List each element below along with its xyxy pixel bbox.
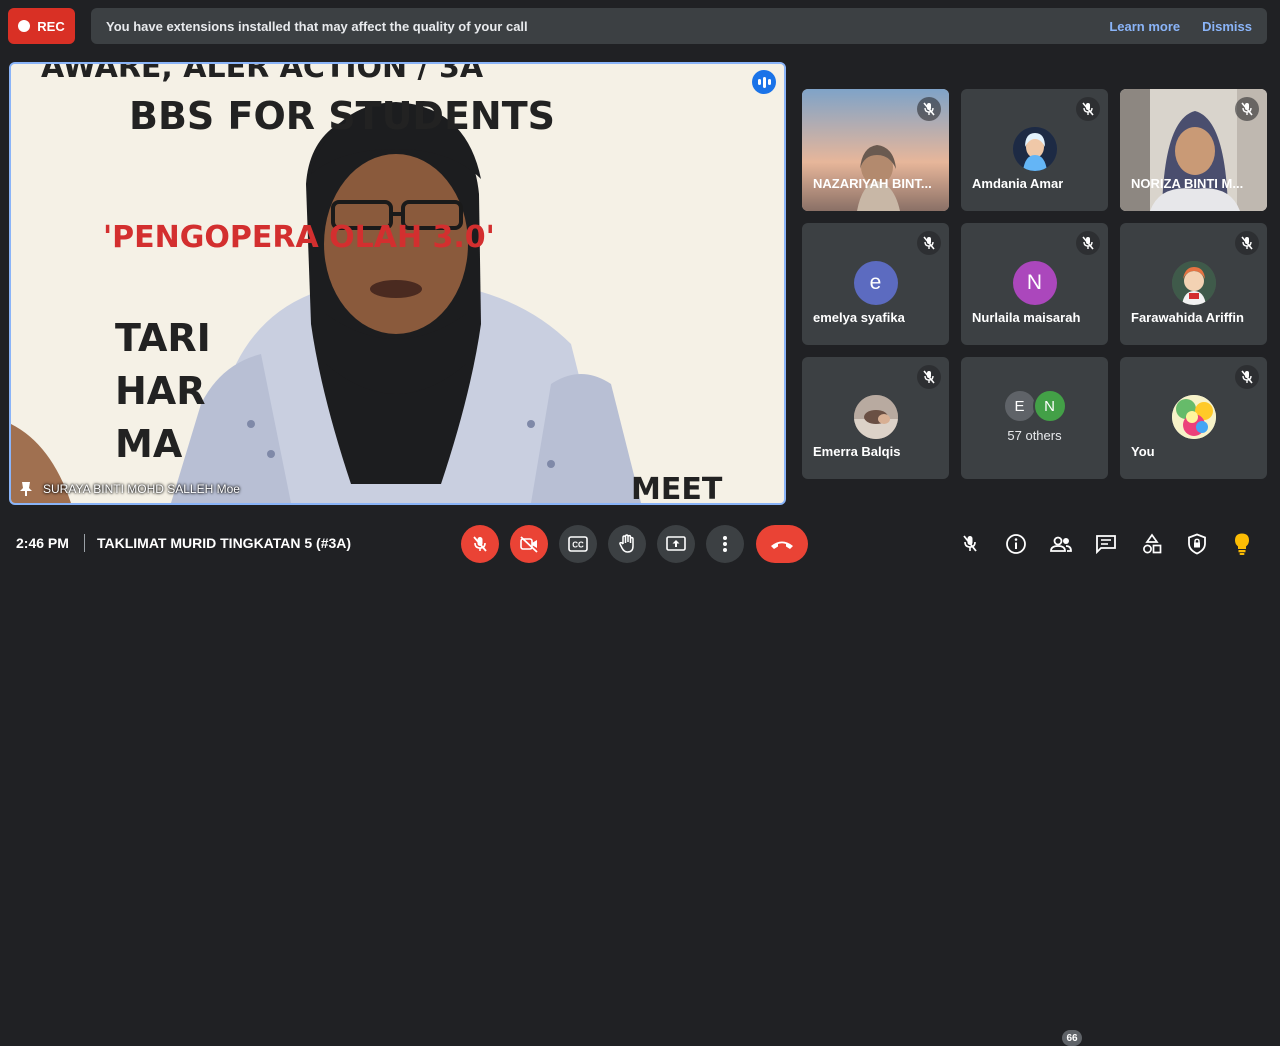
activities-button[interactable] — [1139, 531, 1165, 557]
muted-mic-icon — [917, 97, 941, 121]
banner-message: You have extensions installed that may a… — [106, 18, 528, 34]
dismiss-button[interactable]: Dismiss — [1202, 19, 1252, 34]
host-controls-button[interactable] — [1184, 531, 1210, 557]
avatar-initial: e — [853, 261, 898, 305]
info-icon — [1006, 534, 1026, 554]
avatar-photo-icon — [853, 395, 898, 439]
slide-line-1: AWARE, ALER ACTION / 3A — [41, 62, 484, 85]
mic-off-icon — [473, 536, 487, 552]
captions-icon: CC — [568, 536, 588, 552]
speaking-indicator-icon — [752, 70, 776, 94]
people-count-badge: 66 — [1062, 1030, 1082, 1046]
others-tile[interactable]: E N 57 others — [961, 357, 1108, 479]
others-group: E N 57 others — [961, 389, 1108, 443]
recording-label: REC — [37, 18, 65, 34]
leave-call-button[interactable] — [756, 525, 808, 563]
present-icon — [666, 536, 686, 551]
slide-line-3: 'PENGOPERA OLAH 3.0' — [103, 220, 495, 255]
participant-name: NORIZA BINTI M... — [1131, 176, 1244, 191]
participant-tile[interactable]: Amdania Amar — [961, 89, 1108, 211]
mic-off-icon — [963, 535, 977, 552]
participant-name: emelya syafika — [813, 310, 905, 325]
muted-mic-icon — [1235, 365, 1259, 389]
slide-line-5: HAR — [115, 369, 206, 413]
slide-line-2: BBS FOR STUDENTS — [129, 94, 556, 138]
participant-name: Nurlaila maisarah — [972, 310, 1081, 325]
mic-status-button[interactable] — [957, 531, 983, 557]
main-speaker-nametag: SURAYA BINTI MOHD SALLEH Moe — [19, 481, 240, 497]
meeting-title: TAKLIMAT MURID TINGKATAN 5 (#3A) — [97, 535, 352, 551]
people-icon — [1050, 536, 1072, 552]
participant-tile[interactable]: e emelya syafika — [802, 223, 949, 345]
more-options-button[interactable] — [706, 525, 744, 563]
meeting-clock: 2:46 PM — [16, 535, 69, 551]
muted-mic-icon — [1235, 231, 1259, 255]
bottom-toolbar: 2:46 PM TAKLIMAT MURID TINGKATAN 5 (#3A)… — [0, 512, 1280, 1046]
muted-mic-icon — [1076, 97, 1100, 121]
extensions-warning-banner: You have extensions installed that may a… — [91, 8, 1267, 44]
slide-line-7: MEET — [631, 472, 723, 505]
main-speaker-name: SURAYA BINTI MOHD SALLEH Moe — [43, 482, 240, 496]
slide-line-6: MA — [115, 422, 183, 466]
participant-name: Emerra Balqis — [813, 444, 901, 459]
captions-button[interactable]: CC — [559, 525, 597, 563]
participant-tile[interactable]: NAZARIYAH BINT... — [802, 89, 949, 211]
raise-hand-button[interactable] — [608, 525, 646, 563]
others-count: 57 others — [1007, 428, 1062, 443]
more-options-icon — [723, 536, 727, 552]
svg-text:CC: CC — [572, 541, 584, 550]
participant-tile[interactable]: Emerra Balqis — [802, 357, 949, 479]
learn-more-link[interactable]: Learn more — [1109, 19, 1180, 34]
participant-tile[interactable]: Farawahida Ariffin — [1120, 223, 1267, 345]
chat-icon — [1096, 535, 1116, 554]
muted-mic-icon — [1235, 97, 1259, 121]
others-avatar-initial: N — [1032, 389, 1067, 423]
people-button[interactable] — [1048, 531, 1074, 557]
camera-off-icon — [520, 536, 538, 553]
muted-mic-icon — [917, 365, 941, 389]
participant-name: NAZARIYAH BINT... — [813, 176, 932, 191]
camera-toggle-button[interactable] — [510, 525, 548, 563]
bulb-icon — [1235, 533, 1249, 555]
self-tile[interactable]: You — [1120, 357, 1267, 479]
recording-indicator[interactable]: REC — [8, 8, 75, 44]
record-dot-icon — [18, 20, 31, 32]
chat-button[interactable] — [1093, 531, 1119, 557]
participant-name: You — [1131, 444, 1155, 459]
avatar-photo-icon — [1012, 127, 1057, 171]
participant-tile[interactable]: N Nurlaila maisarah — [961, 223, 1108, 345]
others-avatar-initial: E — [1002, 389, 1037, 423]
mic-toggle-button[interactable] — [461, 525, 499, 563]
divider — [84, 534, 85, 552]
end-call-icon — [771, 541, 793, 549]
participant-tile[interactable]: NORIZA BINTI M... — [1120, 89, 1267, 211]
raise-hand-icon — [619, 534, 634, 553]
slide-line-4: TARI — [115, 316, 211, 360]
participant-name: Farawahida Ariffin — [1131, 310, 1244, 325]
main-speaker-tile[interactable]: AWARE, ALER ACTION / 3A BBS FOR STUDENTS… — [9, 62, 786, 505]
participant-name: Amdania Amar — [972, 176, 1064, 191]
host-controls-icon — [1188, 533, 1206, 555]
avatar-photo-icon — [1171, 395, 1216, 439]
activities-icon — [1143, 533, 1162, 554]
pin-icon[interactable] — [19, 481, 33, 497]
present-now-button[interactable] — [657, 525, 695, 563]
meeting-details-button[interactable] — [1003, 531, 1029, 557]
extension-button[interactable] — [1229, 531, 1255, 557]
muted-mic-icon — [917, 231, 941, 255]
muted-mic-icon — [1076, 231, 1100, 255]
avatar-photo-icon — [1171, 261, 1216, 305]
avatar-initial: N — [1012, 261, 1057, 305]
